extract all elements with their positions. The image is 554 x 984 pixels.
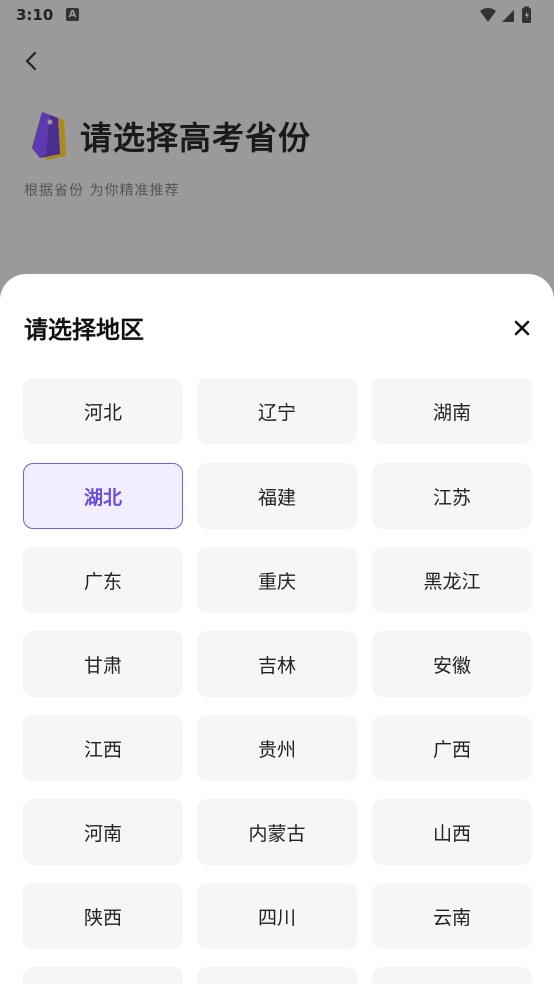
region-guangxi[interactable]: 广西: [372, 715, 532, 781]
region-fujian[interactable]: 福建: [197, 463, 357, 529]
status-time: 3:10: [16, 6, 54, 24]
region-shaanxi[interactable]: 陕西: [23, 883, 183, 949]
region-chongqing[interactable]: 重庆: [197, 547, 357, 613]
signal-icon: [502, 10, 514, 22]
region-hebei[interactable]: 河北: [23, 378, 183, 444]
price-tag-icon: [32, 112, 66, 160]
region-sichuan[interactable]: 四川: [197, 883, 357, 949]
page-subtitle: 根据省份 为你精准推荐: [24, 183, 180, 199]
back-arrow-icon[interactable]: [20, 48, 42, 74]
close-icon[interactable]: [510, 316, 534, 340]
region-hubei[interactable]: 湖北: [23, 463, 183, 529]
region-jiangxi[interactable]: 江西: [23, 715, 183, 781]
notification-a-icon: A: [66, 8, 79, 21]
region-jilin[interactable]: 吉林: [197, 631, 357, 697]
region-henan[interactable]: 河南: [23, 799, 183, 865]
status-icons: [480, 6, 531, 23]
region-guangdong[interactable]: 广东: [23, 547, 183, 613]
battery-icon: [522, 6, 531, 23]
region-shanxi[interactable]: 山西: [372, 799, 532, 865]
region-yunnan[interactable]: 云南: [372, 883, 532, 949]
region-anhui[interactable]: 安徽: [372, 631, 532, 697]
sheet-title: 请选择地区: [24, 316, 144, 344]
region-partial[interactable]: [372, 967, 532, 984]
region-neimenggu[interactable]: 内蒙古: [197, 799, 357, 865]
region-hunan[interactable]: 湖南: [372, 378, 532, 444]
region-picker-sheet: 请选择地区 河北 辽宁 湖南 湖北 福建 江苏 广东 重庆 黑龙江 甘肃 吉林 …: [0, 274, 554, 984]
region-partial[interactable]: [23, 967, 183, 984]
region-partial[interactable]: [197, 967, 357, 984]
status-bar: 3:10 A: [0, 0, 554, 30]
wifi-icon: [480, 8, 496, 22]
hero-row: 请选择高考省份: [26, 110, 311, 162]
region-liaoning[interactable]: 辽宁: [197, 378, 357, 444]
region-guizhou[interactable]: 贵州: [197, 715, 357, 781]
region-jiangsu[interactable]: 江苏: [372, 463, 532, 529]
page-title: 请选择高考省份: [80, 119, 312, 157]
region-gansu[interactable]: 甘肃: [23, 631, 183, 697]
region-heilongjiang[interactable]: 黑龙江: [372, 547, 532, 613]
